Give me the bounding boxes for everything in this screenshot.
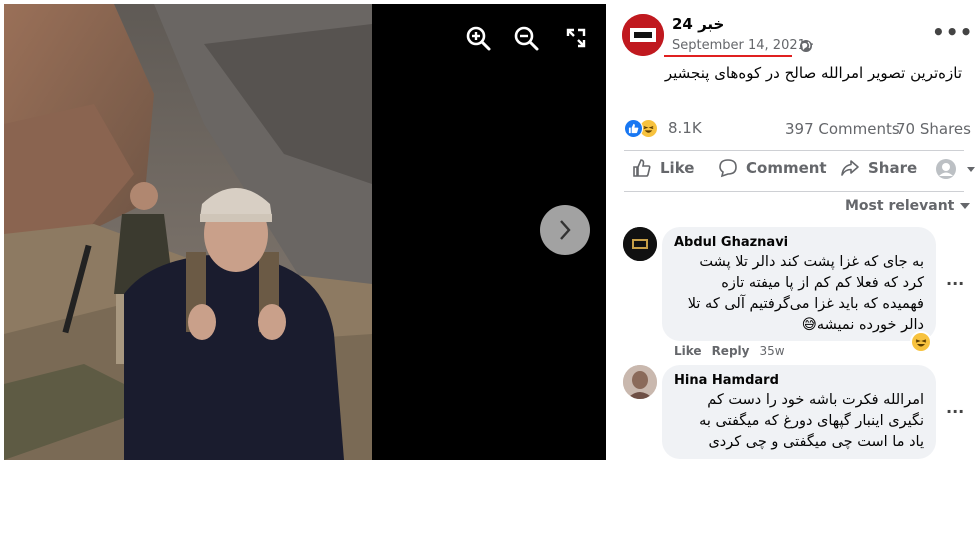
post-date[interactable]: September 14, 2021 · xyxy=(672,38,814,53)
caret-down-icon xyxy=(960,203,971,209)
thumbs-up-icon xyxy=(633,159,651,177)
chevron-right-icon xyxy=(560,220,571,240)
fullscreen-icon[interactable] xyxy=(562,24,590,52)
comment-line: فهمیده که باید غزا می‌گرفتیم آلی که تلا xyxy=(687,296,924,312)
screenshot-frame: خبر 24 September 14, 2021 · ••• تازه‌تری… xyxy=(0,0,979,539)
divider xyxy=(624,150,964,151)
comment-bubble: Hina Hamdard امرالله فکرت باشه خود را دس… xyxy=(662,365,936,459)
comment-icon xyxy=(719,159,737,178)
comment-actions: Like Reply 35w xyxy=(674,344,795,358)
comment-reply-link[interactable]: Reply xyxy=(712,344,750,358)
comment-line: یاد ما است چی میگفتی و چی کردی xyxy=(708,434,924,450)
comment-line: به جای که غزا پشت کند دالر تلا پشت xyxy=(699,254,924,270)
comments-sort-dropdown[interactable]: Most relevant xyxy=(845,198,971,214)
post-text: تازه‌ترین تصویر امرالله صالح در کوه‌های … xyxy=(664,64,962,82)
zoom-in-icon[interactable] xyxy=(464,24,492,52)
photo-viewer xyxy=(4,4,606,460)
comment-line: امرالله فکرت باشه خود را دست کم xyxy=(707,392,924,408)
comment-author[interactable]: Abdul Ghaznavi xyxy=(674,235,924,250)
comment-text: به جای که غزا پشت کند دالر تلا پشت کرد ک… xyxy=(674,252,924,336)
page-avatar[interactable] xyxy=(622,14,664,56)
comment-avatar[interactable] xyxy=(623,227,657,261)
comment-line: کرد که فعلا کم کم از پا میفته تازه xyxy=(721,275,924,291)
chevron-down-icon xyxy=(967,166,975,172)
post-actions-bar: Like Comment Share xyxy=(624,154,975,188)
share-icon xyxy=(841,160,859,176)
reactions-summary[interactable]: 8.1K xyxy=(624,118,702,138)
more-options-icon[interactable]: ••• xyxy=(932,20,973,44)
share-button-label: Share xyxy=(868,159,918,177)
comment-text: امرالله فکرت باشه خود را دست کم نگیری ای… xyxy=(674,390,924,453)
react-as-selector[interactable] xyxy=(936,159,975,179)
post-panel: خبر 24 September 14, 2021 · ••• تازه‌تری… xyxy=(612,4,975,460)
divider xyxy=(624,191,964,192)
globe-icon xyxy=(800,40,812,52)
like-button[interactable]: Like xyxy=(632,158,694,178)
reaction-count: 8.1K xyxy=(668,119,702,137)
comment-line: نگیری اینبار گپهای دورغ که میگفتی به xyxy=(699,413,924,429)
next-photo-button[interactable] xyxy=(540,205,590,255)
comment-bubble: Abdul Ghaznavi به جای که غزا پشت کند دال… xyxy=(662,227,936,341)
zoom-out-icon[interactable] xyxy=(512,24,540,52)
comments-sort-label: Most relevant xyxy=(845,198,955,214)
comment-avatar[interactable] xyxy=(623,365,657,399)
comment-button-label: Comment xyxy=(746,159,827,177)
post-date-text[interactable]: September 14, 2021 xyxy=(672,38,806,53)
haha-icon[interactable] xyxy=(910,331,932,353)
user-avatar-icon xyxy=(936,159,956,179)
share-button[interactable]: Share xyxy=(840,158,917,178)
comment-more-icon[interactable]: ··· xyxy=(946,274,964,293)
comment-button[interactable]: Comment xyxy=(718,158,827,178)
comment-more-icon[interactable]: ··· xyxy=(946,402,964,421)
share-count[interactable]: 70 Shares xyxy=(896,120,971,138)
comment-timestamp[interactable]: 35w xyxy=(759,344,784,358)
like-button-label: Like xyxy=(660,159,695,177)
comment-count[interactable]: 397 Comments xyxy=(785,120,900,138)
like-icon xyxy=(624,118,643,138)
comment-like-link[interactable]: Like xyxy=(674,344,702,358)
post-photo xyxy=(4,4,372,460)
comment-author[interactable]: Hina Hamdard xyxy=(674,373,924,388)
page-name[interactable]: خبر 24 xyxy=(672,15,724,33)
date-annotation-underline xyxy=(664,55,792,57)
comment-line: دالر خورده نمیشه😅 xyxy=(801,317,924,333)
